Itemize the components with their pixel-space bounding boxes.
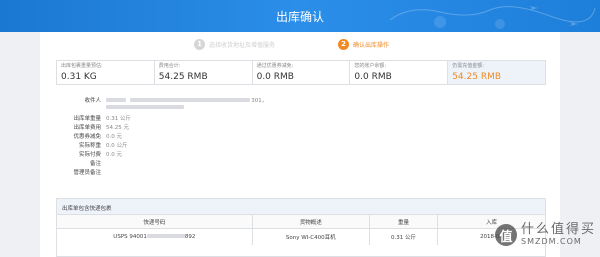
actual-weight-label: 实际称重 <box>78 143 101 149</box>
package-table: 快递号码 货物概述 重量 入库 USPS 94001 892 Sony WI-C4… <box>57 214 545 245</box>
redacted-address <box>129 98 250 102</box>
step-1-number: 1 <box>194 38 205 50</box>
tracking-prefix: USPS 94001 <box>113 233 147 240</box>
step-1: 1 选择收货地址及增值服务 <box>194 37 275 51</box>
actual-pay-row: 实际付费 0.0 元 <box>40 150 122 158</box>
col-description: 货物概述 <box>252 214 370 229</box>
summary-weight-value: 0.31 KG <box>61 72 97 82</box>
summary-weight: 出库包裹重量预估: 0.31 KG <box>57 61 155 84</box>
admin-remark-label: 管理员备注 <box>73 170 101 176</box>
actual-pay-value: 0.0 元 <box>106 152 122 158</box>
weight-label: 出库单重量 <box>73 116 101 122</box>
actual-pay-label: 实际付费 <box>78 152 101 158</box>
remark-label: 备注 <box>89 161 101 167</box>
redacted-tracking <box>146 234 185 239</box>
fee-label: 出库单费用 <box>73 125 101 131</box>
watermark-line2: SMZDM.COM <box>520 237 582 246</box>
recipient-label: 收件人 <box>84 98 101 104</box>
package-table-section: 出库单包含快递包裹 快递号码 货物概述 重量 入库 USPS 94001 892 … <box>56 198 546 257</box>
step-2-number: 2 <box>338 38 349 50</box>
summary-discount-label: 通过优惠券减免: <box>256 63 294 69</box>
summary-balance: 您的账户余额: 0.0 RMB <box>350 61 449 84</box>
weight-row: 出库单重量 0.31 公斤 <box>40 114 131 122</box>
summary-total-label: 费用合计: <box>158 63 181 69</box>
watermark: 值 什么值得买 SMZDM.COM <box>494 222 596 247</box>
redacted-name <box>106 98 126 102</box>
weight-cell: 0.31 公斤 <box>369 228 439 245</box>
fee-value: 54.25 元 <box>106 125 129 131</box>
watermark-line1: 什么值得买 <box>520 222 596 237</box>
summary-total: 费用合计: 54.25 RMB <box>155 61 253 84</box>
weight-value: 0.31 公斤 <box>106 116 131 122</box>
col-weight: 重量 <box>369 214 439 229</box>
summary-topup: 仍需充值金额: 54.25 RMB <box>448 61 545 84</box>
step-1-label: 选择收货地址及增值服务 <box>209 41 276 49</box>
summary-topup-value: 54.25 RMB <box>452 72 502 82</box>
summary-discount: 通过优惠券减免: 0.0 RMB <box>253 61 351 84</box>
step-2-label: 确认出库操作 <box>353 41 390 49</box>
remark-row: 备注 <box>40 159 106 167</box>
recipient-value: 301， <box>106 96 267 104</box>
actual-weight-row: 实际称重 0.0 公斤 <box>40 141 128 149</box>
summary-weight-label: 出库包裹重量预估: <box>61 63 103 69</box>
description-cell: Sony WI-C400耳机 <box>252 228 370 245</box>
top-banner: 出库确认 <box>0 0 600 32</box>
summary-balance-label: 您的账户余额: <box>354 63 387 69</box>
summary-topup-label: 仍需充值金额: <box>452 63 484 69</box>
summary-discount-value: 0.0 RMB <box>256 72 294 82</box>
table-header-row: 快递号码 货物概述 重量 入库 <box>57 214 545 229</box>
summary-balance-value: 0.0 RMB <box>354 72 392 82</box>
discount-value: 0.0 元 <box>106 134 122 140</box>
watermark-logo-icon: 值 <box>494 224 517 246</box>
redacted-address-2 <box>106 105 184 109</box>
recipient-row: 收件人 301， <box>40 96 267 104</box>
tracking-cell: USPS 94001 892 <box>57 228 253 245</box>
discount-label: 优惠券减免 <box>73 134 101 140</box>
step-2: 2 确认出库操作 <box>338 37 389 51</box>
col-tracking: 快递号码 <box>57 214 253 229</box>
summary-total-value: 54.25 RMB <box>158 72 208 82</box>
tracking-tail: 892 <box>184 233 196 240</box>
actual-weight-value: 0.0 公斤 <box>106 143 128 149</box>
admin-remark-row: 管理员备注 <box>40 168 106 176</box>
discount-row: 优惠券减免 0.0 元 <box>40 132 122 140</box>
step-indicator: 1 选择收货地址及增值服务 2 确认出库操作 <box>40 37 560 51</box>
fee-row: 出库单费用 54.25 元 <box>40 123 129 131</box>
address-line1: 301， <box>251 98 268 104</box>
package-section-title: 出库单包含快递包裹 <box>57 199 545 214</box>
address-line2 <box>106 105 184 111</box>
page-title: 出库确认 <box>275 10 324 24</box>
fee-summary: 出库包裹重量预估: 0.31 KG 费用合计: 54.25 RMB 通过优惠券减… <box>56 60 546 85</box>
main-panel: 1 选择收货地址及增值服务 2 确认出库操作 出库包裹重量预估: 0.31 KG… <box>40 32 560 257</box>
address-row-2 <box>40 104 184 112</box>
table-row: USPS 94001 892 Sony WI-C400耳机 0.31 公斤 201… <box>57 228 545 245</box>
